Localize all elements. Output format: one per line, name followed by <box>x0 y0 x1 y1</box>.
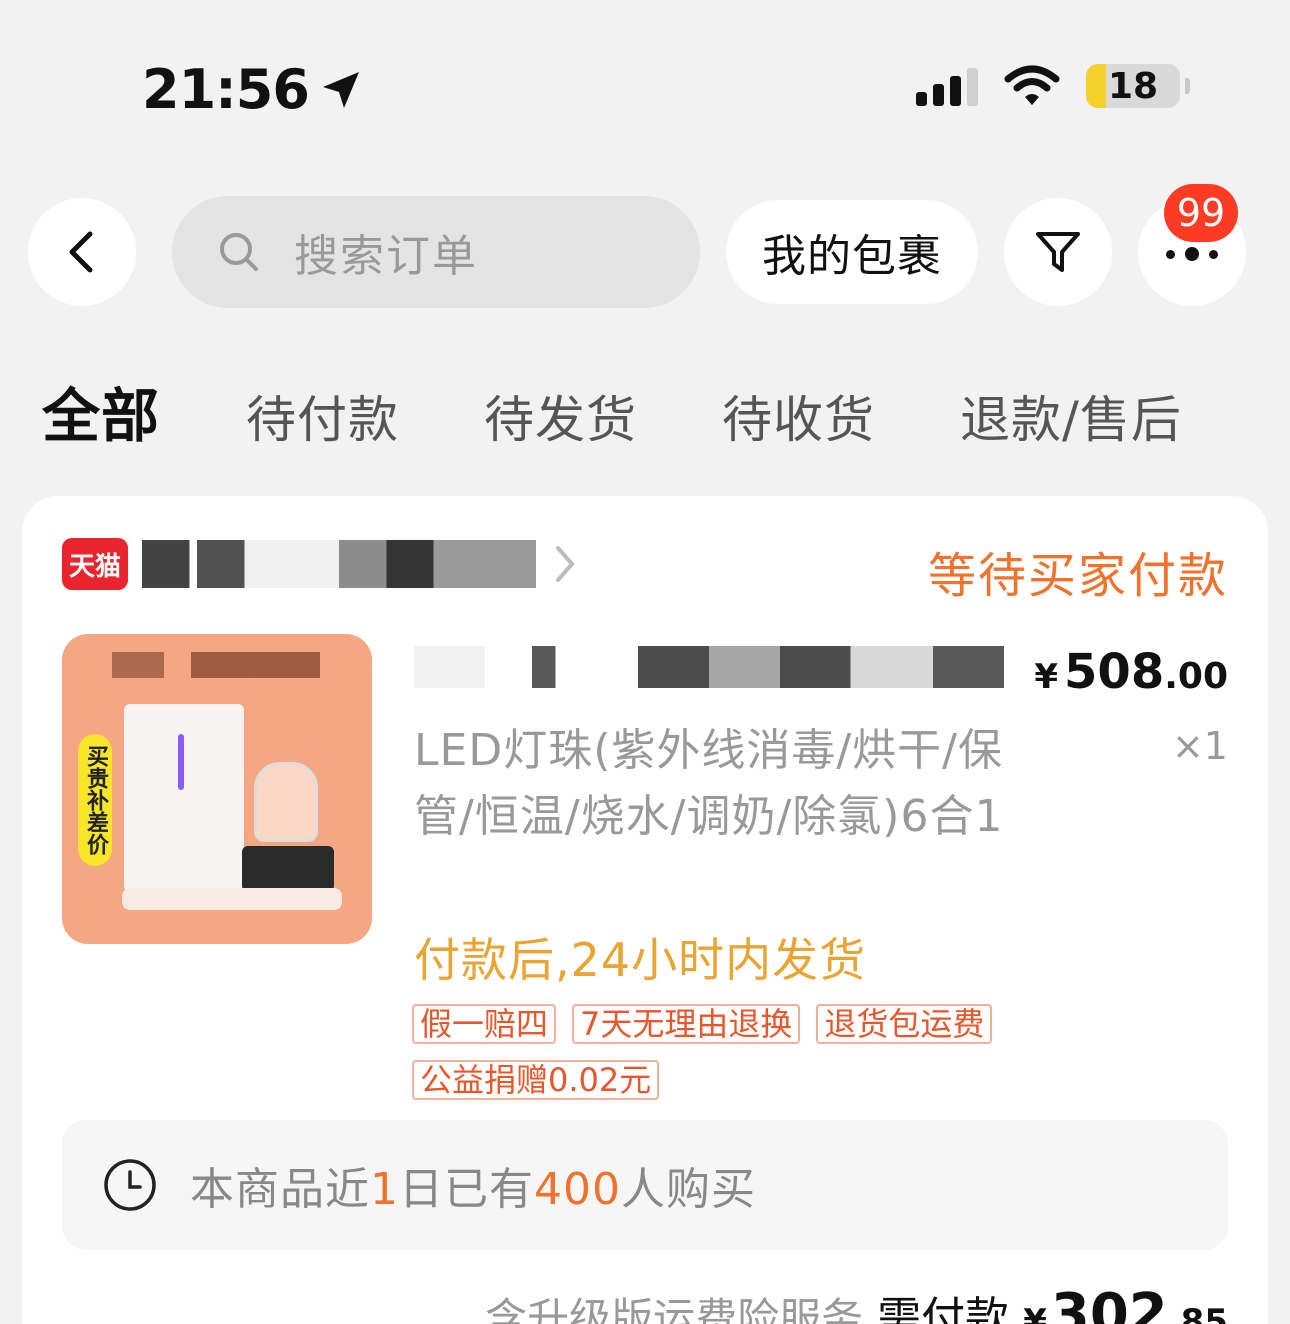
shipping-note: 付款后,24小时内发货 <box>414 933 867 987</box>
notification-badge: 99 <box>1164 184 1238 242</box>
popularity-hint: 本商品近1日已有400人购买 <box>62 1120 1228 1250</box>
product-thumbnail[interactable]: 买贵补差价 <box>62 634 372 944</box>
search-placeholder: 搜索订单 <box>294 231 478 282</box>
search-input[interactable]: 搜索订单 <box>172 196 700 308</box>
tab-pending-payment[interactable]: 待付款 <box>246 384 399 456</box>
service-tag: 退货包运费 <box>816 1004 993 1044</box>
service-tag: 公益捐赠0.02元 <box>412 1060 660 1100</box>
product-sku: LED灯珠(紫外线消毒/烘干/保管/恒温/烧水/调奶/除氯)6合1 <box>414 725 1004 842</box>
product-title-redacted[interactable] <box>414 646 1004 688</box>
clock-icon <box>104 1159 156 1211</box>
shop-name-redacted[interactable] <box>142 540 536 588</box>
order-card[interactable]: 天猫 等待买家付款 买贵补差价 ¥ 508 .00 LED灯珠(紫外线消毒/烘干… <box>22 496 1268 1324</box>
order-status: 等待买家付款 <box>927 548 1228 604</box>
amount-due: ¥ 302 .85 <box>1023 1282 1228 1324</box>
my-parcels-button[interactable]: 我的包裹 <box>726 200 978 304</box>
amount-due-label: 需付款 <box>877 1293 1010 1324</box>
tab-pending-receipt[interactable]: 待收货 <box>722 384 875 456</box>
tmall-logo: 天猫 <box>62 538 128 590</box>
battery-level: 18 <box>1107 65 1159 107</box>
order-tabs: 全部 待付款 待发货 待收货 退款/售后 <box>42 380 1290 456</box>
tab-refund-aftersale[interactable]: 退款/售后 <box>960 384 1182 456</box>
product-price: ¥ 508 .00 <box>1034 644 1228 700</box>
clock-text: 21:56 <box>142 58 310 121</box>
product-quantity: ×1 <box>1171 724 1228 768</box>
service-tags: 假一赔四 7天无理由退换 退货包运费 公益捐赠0.02元 <box>412 1004 1072 1100</box>
chevron-right-icon <box>556 546 575 582</box>
service-tag: 假一赔四 <box>412 1004 557 1044</box>
service-tag: 7天无理由退换 <box>572 1004 801 1044</box>
status-time: 21:56 <box>142 58 365 121</box>
search-icon <box>220 233 258 271</box>
cell-signal-icon <box>916 66 978 106</box>
location-arrow-icon <box>322 71 359 108</box>
tab-pending-shipment[interactable]: 待发货 <box>484 384 637 456</box>
filter-button[interactable] <box>1004 198 1112 306</box>
payment-summary: 含升级版运费险服务 需付款 ¥ 302 .85 <box>485 1282 1228 1324</box>
status-indicators: 18 <box>916 64 1190 108</box>
wifi-icon <box>1004 65 1060 105</box>
tab-all[interactable]: 全部 <box>42 380 160 452</box>
popularity-text: 本商品近1日已有400人购买 <box>190 1164 756 1215</box>
more-icon <box>1166 247 1218 261</box>
shop-row[interactable]: 天猫 等待买家付款 <box>62 536 1228 604</box>
back-button[interactable] <box>28 198 136 306</box>
insurance-service: 含升级版运费险服务 <box>485 1294 864 1324</box>
price-match-tag: 买贵补差价 <box>78 734 112 866</box>
chevron-left-icon <box>69 231 93 273</box>
battery-icon: 18 <box>1086 64 1190 108</box>
filter-icon <box>1036 232 1080 272</box>
